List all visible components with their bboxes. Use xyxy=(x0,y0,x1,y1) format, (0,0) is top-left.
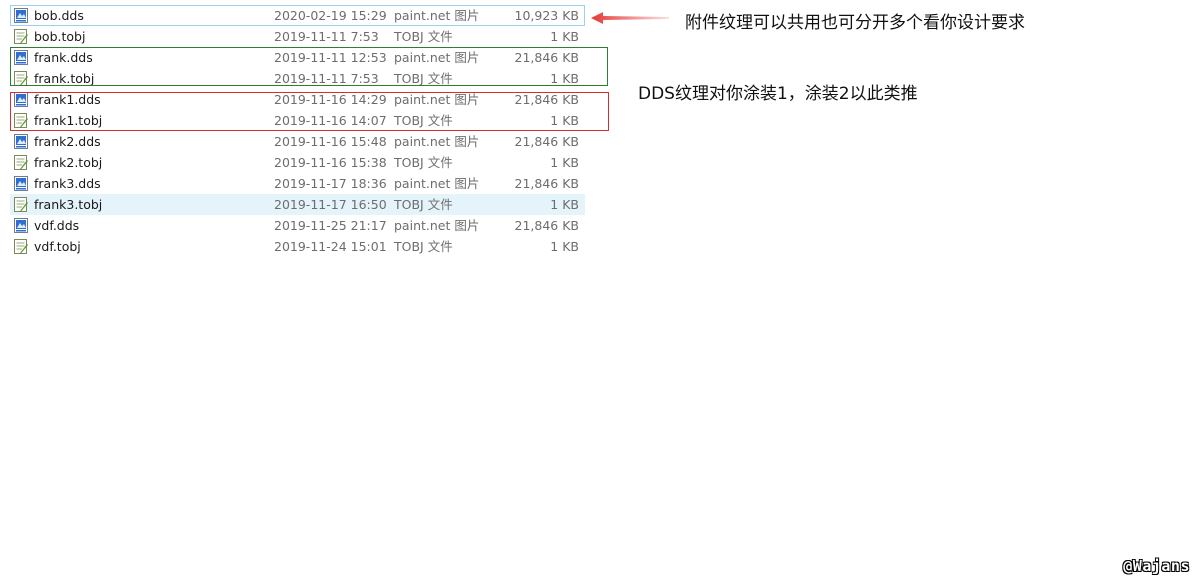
file-date: 2019-11-11 7:53 xyxy=(274,71,379,86)
file-name: frank1.dds xyxy=(34,92,101,107)
file-date: 2019-11-24 15:01 xyxy=(274,239,387,254)
file-name: frank3.tobj xyxy=(34,197,103,212)
file-date: 2019-11-25 21:17 xyxy=(274,218,387,233)
file-date: 2019-11-11 12:53 xyxy=(274,50,387,65)
file-type: TOBJ 文件 xyxy=(394,197,453,212)
file-date: 2020-02-19 15:29 xyxy=(274,8,387,23)
file-size: 1 KB xyxy=(550,71,579,86)
file-row[interactable]: vdf.dds 2019-11-25 21:17 paint.net 图片 21… xyxy=(10,215,585,236)
file-row[interactable]: frank1.tobj 2019-11-16 14:07 TOBJ 文件 1 K… xyxy=(10,110,585,131)
file-type: paint.net 图片 xyxy=(394,92,480,107)
tobj-file-icon xyxy=(14,239,28,254)
file-size: 21,846 KB xyxy=(514,50,579,65)
dds-image-icon xyxy=(14,176,28,191)
tobj-file-icon xyxy=(14,155,28,170)
file-row[interactable]: vdf.tobj 2019-11-24 15:01 TOBJ 文件 1 KB xyxy=(10,236,585,257)
file-date: 2019-11-16 14:07 xyxy=(274,113,387,128)
file-row[interactable]: frank.tobj 2019-11-11 7:53 TOBJ 文件 1 KB xyxy=(10,68,585,89)
file-size: 21,846 KB xyxy=(514,176,579,191)
tobj-file-icon xyxy=(14,71,28,86)
file-row[interactable]: bob.dds 2020-02-19 15:29 paint.net 图片 10… xyxy=(10,5,585,26)
file-name: frank3.dds xyxy=(34,176,101,191)
file-name: bob.tobj xyxy=(34,29,86,44)
file-size: 1 KB xyxy=(550,155,579,170)
annotation-dds-livery: DDS纹理对你涂装1，涂装2以此类推 xyxy=(638,84,918,104)
file-size: 1 KB xyxy=(550,113,579,128)
file-date: 2019-11-16 15:48 xyxy=(274,134,387,149)
tobj-file-icon xyxy=(14,29,28,44)
dds-image-icon xyxy=(14,92,28,107)
watermark: @Wajans xyxy=(1123,557,1190,575)
file-size: 21,846 KB xyxy=(514,92,579,107)
file-name: bob.dds xyxy=(34,8,84,23)
file-size: 1 KB xyxy=(550,239,579,254)
file-date: 2019-11-17 16:50 xyxy=(274,197,387,212)
file-type: TOBJ 文件 xyxy=(394,155,453,170)
dds-image-icon xyxy=(14,134,28,149)
file-date: 2019-11-16 15:38 xyxy=(274,155,387,170)
file-name: frank.tobj xyxy=(34,71,95,86)
dds-image-icon xyxy=(14,8,28,23)
file-name: vdf.tobj xyxy=(34,239,81,254)
dds-image-icon xyxy=(14,218,28,233)
file-name: frank2.tobj xyxy=(34,155,103,170)
file-type: paint.net 图片 xyxy=(394,134,480,149)
file-name: frank1.tobj xyxy=(34,113,103,128)
file-row[interactable]: frank.dds 2019-11-11 12:53 paint.net 图片 … xyxy=(10,47,585,68)
annotation-shared-texture: 附件纹理可以共用也可分开多个看你设计要求 xyxy=(685,13,1025,33)
file-row[interactable]: frank1.dds 2019-11-16 14:29 paint.net 图片… xyxy=(10,89,585,110)
file-row[interactable]: frank2.dds 2019-11-16 15:48 paint.net 图片… xyxy=(10,131,585,152)
file-date: 2019-11-17 18:36 xyxy=(274,176,387,191)
file-type: paint.net 图片 xyxy=(394,8,480,23)
file-type: TOBJ 文件 xyxy=(394,239,453,254)
file-size: 10,923 KB xyxy=(514,8,579,23)
left-arrow-icon xyxy=(591,12,669,24)
file-type: TOBJ 文件 xyxy=(394,29,453,44)
file-row[interactable]: bob.tobj 2019-11-11 7:53 TOBJ 文件 1 KB xyxy=(10,26,585,47)
file-row[interactable]: frank2.tobj 2019-11-16 15:38 TOBJ 文件 1 K… xyxy=(10,152,585,173)
file-size: 1 KB xyxy=(550,197,579,212)
file-row[interactable]: frank3.dds 2019-11-17 18:36 paint.net 图片… xyxy=(10,173,585,194)
file-list: bob.dds 2020-02-19 15:29 paint.net 图片 10… xyxy=(10,5,585,257)
file-size: 1 KB xyxy=(550,29,579,44)
file-size: 21,846 KB xyxy=(514,134,579,149)
file-date: 2019-11-11 7:53 xyxy=(274,29,379,44)
file-type: paint.net 图片 xyxy=(394,218,480,233)
file-type: paint.net 图片 xyxy=(394,50,480,65)
file-type: TOBJ 文件 xyxy=(394,71,453,86)
dds-image-icon xyxy=(14,50,28,65)
file-date: 2019-11-16 14:29 xyxy=(274,92,387,107)
file-name: vdf.dds xyxy=(34,218,80,233)
file-name: frank2.dds xyxy=(34,134,101,149)
file-size: 21,846 KB xyxy=(514,218,579,233)
file-row[interactable]: frank3.tobj 2019-11-17 16:50 TOBJ 文件 1 K… xyxy=(10,194,585,215)
tobj-file-icon xyxy=(14,197,28,212)
file-type: paint.net 图片 xyxy=(394,176,480,191)
tobj-file-icon xyxy=(14,113,28,128)
file-name: frank.dds xyxy=(34,50,93,65)
file-type: TOBJ 文件 xyxy=(394,113,453,128)
